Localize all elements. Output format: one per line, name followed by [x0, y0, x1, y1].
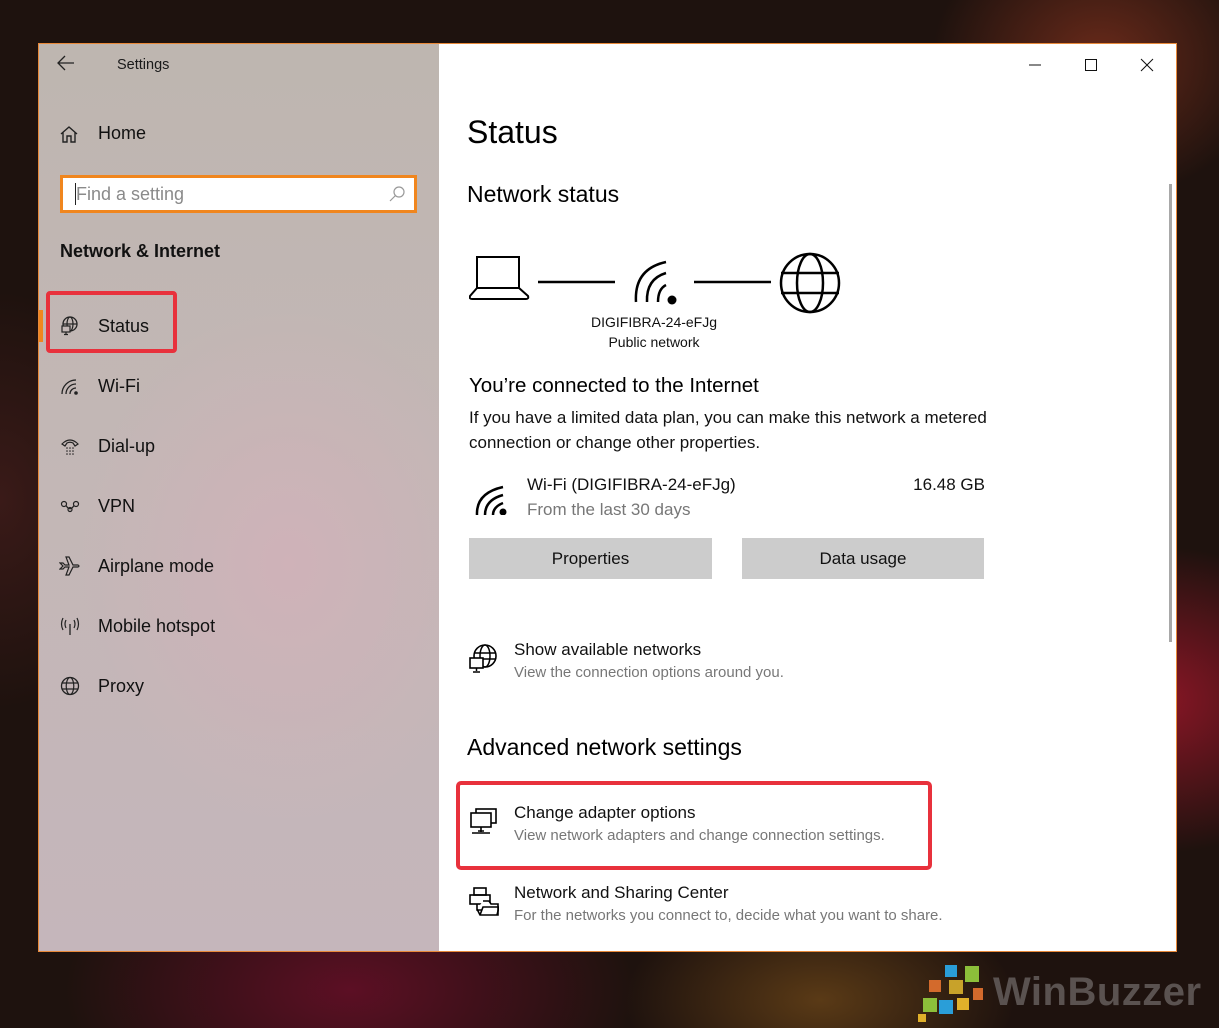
watermark: WinBuzzer [915, 960, 1215, 1026]
show-available-networks-link[interactable]: Show available networks View the connect… [469, 640, 1029, 690]
change-adapter-title: Change adapter options [514, 803, 696, 822]
page-title: Status [467, 114, 558, 150]
back-button[interactable] [57, 54, 81, 76]
sidebar-item-status[interactable]: Status [39, 296, 439, 356]
search-box[interactable] [60, 175, 417, 213]
vpn-icon [59, 495, 81, 517]
sidebar: Settings Home Network & Internet Status [39, 44, 439, 951]
sidebar-item-label: Proxy [98, 675, 145, 696]
network-adapter-icon [470, 808, 497, 834]
maximize-button[interactable] [1066, 52, 1116, 78]
wifi-icon [59, 375, 81, 397]
sidebar-item-label: Wi-Fi [98, 375, 140, 396]
sidebar-item-label: Airplane mode [98, 555, 215, 576]
sidebar-item-airplane[interactable]: Airplane mode [39, 536, 439, 596]
search-input[interactable] [75, 183, 388, 205]
network-type: Public network [608, 334, 700, 350]
wifi-router-icon [634, 260, 677, 305]
change-adapter-options-link[interactable]: Change adapter options View network adap… [469, 803, 1029, 853]
connection-name: Wi-Fi (DIGIFIBRA-24-eFJg) [527, 475, 736, 494]
status-globe-monitor-icon [59, 315, 81, 337]
sidebar-item-label: Dial-up [98, 435, 156, 456]
settings-window: Settings Home Network & Internet Status [38, 43, 1177, 952]
close-icon [1140, 58, 1154, 72]
advanced-settings-heading: Advanced network settings [467, 734, 742, 760]
back-arrow-icon [57, 55, 74, 71]
maximize-icon [1085, 59, 1097, 71]
network-status-heading: Network status [467, 181, 620, 207]
change-adapter-subtitle: View network adapters and change connect… [514, 827, 885, 844]
connection-usage-row: Wi-Fi (DIGIFIBRA-24-eFJg) From the last … [469, 475, 985, 525]
sidebar-item-proxy[interactable]: Proxy [39, 656, 439, 716]
minimize-icon [1029, 64, 1041, 66]
sidebar-item-mobile-hotspot[interactable]: Mobile hotspot [39, 596, 439, 656]
laptop-icon [469, 256, 530, 300]
network-ssid: DIGIFIBRA-24-eFJg [590, 314, 718, 330]
section-heading: Network & Internet [60, 241, 221, 261]
sharing-center-subtitle: For the networks you connect to, decide … [514, 907, 943, 924]
network-name-label: DIGIFIBRA-24-eFJg Public network [569, 312, 739, 352]
sidebar-item-label: VPN [98, 495, 136, 516]
dialup-phone-icon [59, 435, 81, 457]
globe-icon [59, 675, 81, 697]
data-usage-button[interactable]: Data usage [742, 538, 984, 579]
sharing-center-title: Network and Sharing Center [514, 883, 729, 902]
wifi-signal-icon [475, 485, 507, 515]
winbuzzer-logo-icon [918, 965, 983, 1022]
available-networks-icon [469, 644, 497, 673]
sidebar-item-dialup[interactable]: Dial-up [39, 416, 439, 476]
connection-period: From the last 30 days [527, 500, 691, 519]
sharing-center-icon [469, 887, 499, 916]
connected-title: You’re connected to the Internet [469, 374, 759, 397]
show-networks-subtitle: View the connection options around you. [514, 664, 784, 681]
connection-usage: 16.48 GB [913, 475, 985, 494]
sidebar-item-vpn[interactable]: VPN [39, 476, 439, 536]
nav-home[interactable]: Home [59, 123, 146, 144]
vertical-scrollbar[interactable] [1169, 184, 1172, 642]
sidebar-item-wifi[interactable]: Wi-Fi [39, 356, 439, 416]
hotspot-icon [59, 615, 81, 637]
active-indicator [39, 310, 43, 342]
properties-button[interactable]: Properties [469, 538, 712, 579]
app-title: Settings [117, 57, 170, 73]
show-networks-title: Show available networks [514, 640, 702, 659]
airplane-icon [59, 555, 81, 577]
nav-list: Status Wi-Fi Dial-up VPN Airplane mode M… [39, 296, 439, 716]
minimize-button[interactable] [1010, 52, 1060, 78]
connected-description: If you have a limited data plan, you can… [469, 408, 987, 452]
home-icon [60, 125, 78, 143]
search-icon[interactable] [388, 185, 406, 203]
close-button[interactable] [1122, 52, 1172, 78]
nav-home-label: Home [98, 123, 147, 143]
sidebar-item-label: Status [98, 315, 150, 336]
main-content: Status Network status DIGIFIBRA-24-eFJg … [439, 44, 1176, 951]
internet-globe-icon [779, 252, 841, 314]
sidebar-item-label: Mobile hotspot [98, 615, 216, 636]
network-sharing-center-link[interactable]: Network and Sharing Center For the netwo… [469, 883, 1029, 933]
watermark-text: WinBuzzer [993, 970, 1202, 1014]
